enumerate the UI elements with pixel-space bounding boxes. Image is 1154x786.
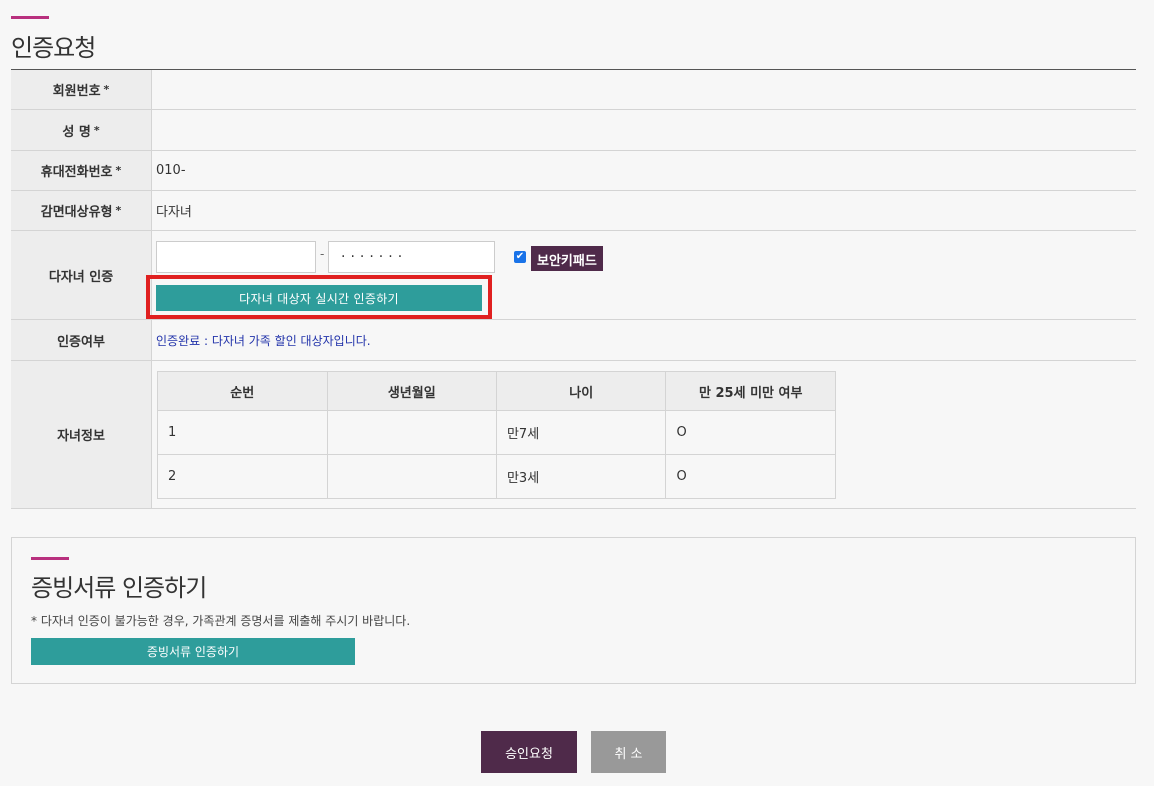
cell-age: 만7세: [495, 410, 667, 455]
cell-under25: O: [665, 410, 836, 455]
row-member-no: 회원번호 *: [11, 70, 1136, 110]
col-under25: 만 25세 미만 여부: [665, 371, 836, 411]
approve-request-button[interactable]: 승인요청: [481, 731, 577, 773]
row-multichild-auth: 다자녀 인증 - ······· ✔ 보안키패드 다자녀 대상자 실시간 인증하…: [11, 231, 1136, 320]
cell-age: 만3세: [495, 454, 667, 499]
label-phone: 휴대전화번호 *: [11, 151, 152, 190]
children-table: 순번 생년월일 나이 만 25세 미만 여부 1 만7세 O 2 만3세 O: [157, 371, 836, 499]
children-cell: 순번 생년월일 나이 만 25세 미만 여부 1 만7세 O 2 만3세 O: [152, 361, 1136, 508]
cancel-button[interactable]: 취 소: [591, 731, 666, 773]
secure-keypad-checkbox[interactable]: ✔: [514, 251, 526, 263]
page-title: 인증요청: [11, 34, 96, 62]
row-phone: 휴대전화번호 * 010-: [11, 151, 1136, 191]
multichild-auth-cell: - ······· ✔ 보안키패드 다자녀 대상자 실시간 인증하기: [146, 231, 1136, 319]
cell-birthdate: [326, 410, 497, 455]
section-note: * 다자녀 인증이 불가능한 경우, 가족관계 증명서를 제출해 주시기 바랍니…: [31, 614, 411, 628]
col-age: 나이: [495, 371, 667, 411]
value-member-no: [152, 70, 1136, 109]
label-discount-type: 감면대상유형 *: [11, 191, 152, 230]
required-mark: *: [103, 83, 110, 96]
document-auth-button[interactable]: 증빙서류 인증하기: [31, 638, 355, 665]
value-auth-status: 인증완료 : 다자녀 가족 할인 대상자입니다.: [152, 320, 1136, 360]
title-accent-bar: [11, 16, 49, 19]
document-auth-section: 증빙서류 인증하기 * 다자녀 인증이 불가능한 경우, 가족관계 증명서를 제…: [11, 537, 1136, 684]
auth-status-text: 인증완료 : 다자녀 가족 할인 대상자입니다.: [156, 333, 371, 348]
label-name: 성 명 *: [11, 110, 152, 150]
cell-birthdate: [326, 454, 497, 499]
label-children: 자녀정보: [11, 361, 152, 508]
table-row: 1 만7세 O: [157, 410, 836, 455]
row-discount-type: 감면대상유형 * 다자녀: [11, 191, 1136, 231]
children-table-header: 순번 생년월일 나이 만 25세 미만 여부: [157, 371, 836, 411]
secure-keypad-button[interactable]: 보안키패드: [531, 246, 603, 271]
label-member-no: 회원번호 *: [11, 70, 152, 109]
label-auth-status: 인증여부: [11, 320, 152, 360]
rrn-back-input[interactable]: ·······: [328, 241, 495, 273]
row-auth-status: 인증여부 인증완료 : 다자녀 가족 할인 대상자입니다.: [11, 320, 1136, 361]
required-mark: *: [115, 164, 122, 177]
realtime-auth-button[interactable]: 다자녀 대상자 실시간 인증하기: [156, 285, 482, 311]
col-seq: 순번: [157, 371, 328, 411]
section-title: 증빙서류 인증하기: [31, 574, 207, 602]
col-birthdate: 생년월일: [326, 371, 497, 411]
cell-seq: 1: [157, 410, 328, 455]
required-mark: *: [115, 204, 122, 217]
row-name: 성 명 *: [11, 110, 1136, 151]
value-name: [152, 110, 1136, 150]
row-children: 자녀정보 순번 생년월일 나이 만 25세 미만 여부 1 만7세 O 2 만3…: [11, 361, 1136, 509]
cell-seq: 2: [157, 454, 328, 499]
rrn-front-input[interactable]: [156, 241, 316, 273]
required-mark: *: [93, 123, 100, 137]
auth-request-form: 회원번호 * 성 명 * 휴대전화번호 * 010- 감면대상유형 * 다자녀 다자녀 …: [11, 69, 1136, 509]
label-multichild-auth: 다자녀 인증: [11, 231, 152, 319]
value-discount-type: 다자녀: [156, 205, 192, 220]
rrn-dash: -: [320, 247, 325, 261]
table-row: 2 만3세 O: [157, 454, 836, 499]
value-phone: 010-: [156, 163, 186, 178]
section-accent-bar: [31, 557, 69, 560]
cell-under25: O: [665, 454, 836, 499]
